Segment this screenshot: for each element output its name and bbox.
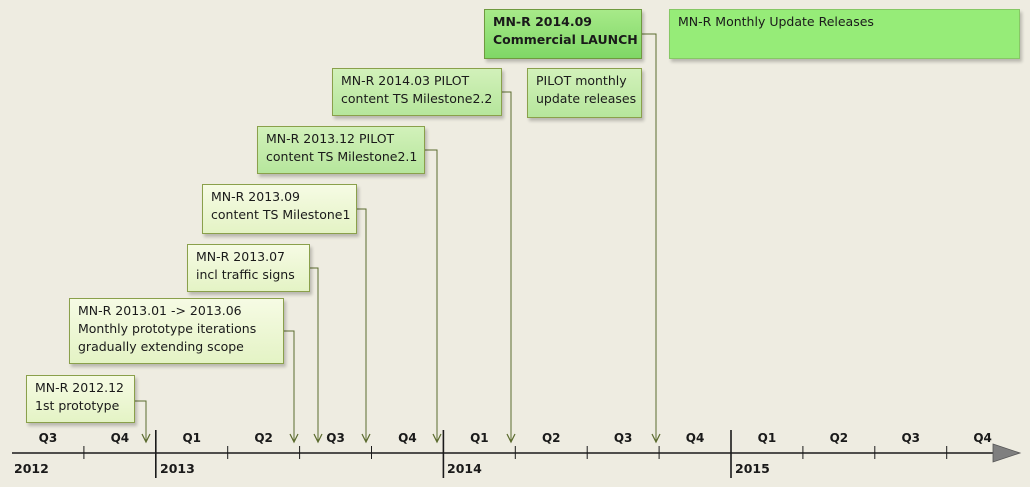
quarter-label: Q4 <box>398 431 417 445</box>
quarter-label: Q3 <box>613 431 633 445</box>
box-line: MN-R 2013.07 <box>196 249 285 264</box>
quarter-label: Q4 <box>685 431 705 445</box>
box-line: update releases <box>536 91 637 106</box>
quarter-label: Q3 <box>38 431 58 445</box>
box-line: MN-R 2014.03 PILOT <box>341 73 470 88</box>
milestone-2013-09-box: MN-R 2013.09 content TS Milestone1 <box>202 184 357 234</box>
commercial-launch-box: MN-R 2014.09 Commercial LAUNCH <box>484 9 642 59</box>
box-line: MN-R Monthly Update Releases <box>678 14 874 29</box>
box-line: content TS Milestone2.2 <box>341 91 493 106</box>
quarter-label: Q2 <box>541 431 561 445</box>
box-line: Monthly prototype iterations <box>78 321 257 336</box>
milestone-2013-07-box: MN-R 2013.07 incl traffic signs <box>187 244 310 292</box>
box-line: incl traffic signs <box>196 267 295 282</box>
milestone-2013-12-pilot-box: MN-R 2013.12 PILOT content TS Milestone2… <box>257 126 425 174</box>
box-line: MN-R 2013.09 <box>211 189 300 204</box>
quarter-label: Q3 <box>326 431 345 445</box>
year-label: 2012 <box>14 461 49 476</box>
quarter-label: Q4 <box>973 431 992 445</box>
connector-line <box>284 330 295 441</box>
monthly-update-releases-box: MN-R Monthly Update Releases <box>669 9 1020 59</box>
pilot-monthly-releases-box: PILOT monthly update releases <box>527 68 642 118</box>
box-line: PILOT monthly <box>536 73 627 88</box>
year-label: 2013 <box>160 461 195 476</box>
quarter-label: Q2 <box>829 431 849 445</box>
box-line: MN-R 2013.01 -> 2013.06 <box>78 303 242 318</box>
quarter-label: Q4 <box>110 431 130 445</box>
box-line: content TS Milestone2.1 <box>266 149 418 164</box>
roadmap-diagram: MN-R 2012.12 1st prototype MN-R 2013.01 … <box>0 0 1030 487</box>
year-label: 2014 <box>447 461 482 476</box>
milestone-2013-01-06-box: MN-R 2013.01 -> 2013.06 Monthly prototyp… <box>69 298 284 364</box>
timeline-graphics <box>12 33 1022 478</box>
connector-line <box>135 400 147 441</box>
axis-arrow-head <box>992 443 1022 463</box>
connector-line <box>502 91 512 441</box>
quarter-label: Q1 <box>470 431 489 445</box>
connector-line <box>310 267 319 441</box>
box-line: content TS Milestone1 <box>211 207 351 222</box>
box-line: MN-R 2012.12 <box>35 380 124 395</box>
box-line: gradually extending scope <box>78 339 244 354</box>
year-label: 2015 <box>735 461 770 476</box>
quarter-label: Q2 <box>254 431 273 445</box>
box-line: MN-R 2013.12 PILOT <box>266 131 395 146</box>
milestone-2014-03-pilot-box: MN-R 2014.03 PILOT content TS Milestone2… <box>332 68 502 116</box>
box-line: MN-R 2014.09 <box>493 14 592 29</box>
box-line: Commercial LAUNCH <box>493 32 638 47</box>
connector-line <box>642 33 657 441</box>
box-line: 1st prototype <box>35 398 120 413</box>
milestone-2012-12-box: MN-R 2012.12 1st prototype <box>26 375 135 423</box>
connector-line <box>425 149 438 441</box>
quarter-label: Q1 <box>182 431 202 445</box>
quarter-label: Q3 <box>901 431 921 445</box>
connector-line <box>357 208 367 441</box>
quarter-label: Q1 <box>757 431 777 445</box>
